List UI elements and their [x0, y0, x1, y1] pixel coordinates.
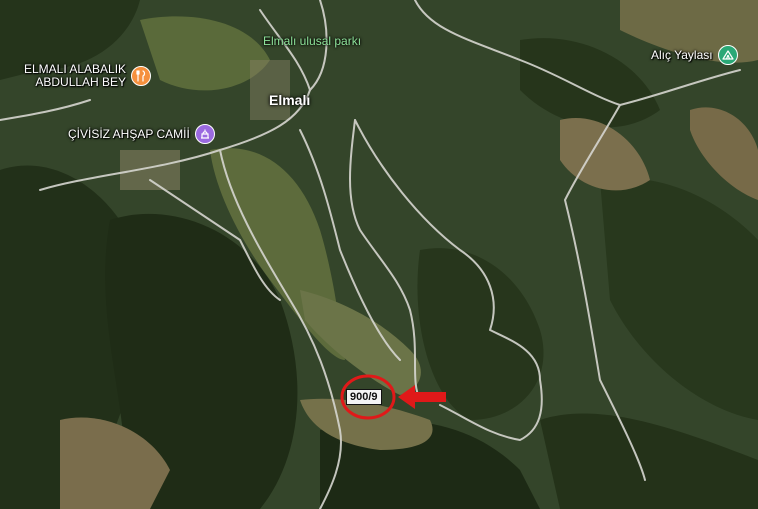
annotation-overlay [340, 374, 446, 420]
parcel-number-label: 900/9 [346, 389, 382, 405]
satellite-map[interactable]: Elmalı ulusal parkı Elmalı ELMALI ALABAL… [0, 0, 758, 509]
arrow-icon [398, 385, 446, 409]
